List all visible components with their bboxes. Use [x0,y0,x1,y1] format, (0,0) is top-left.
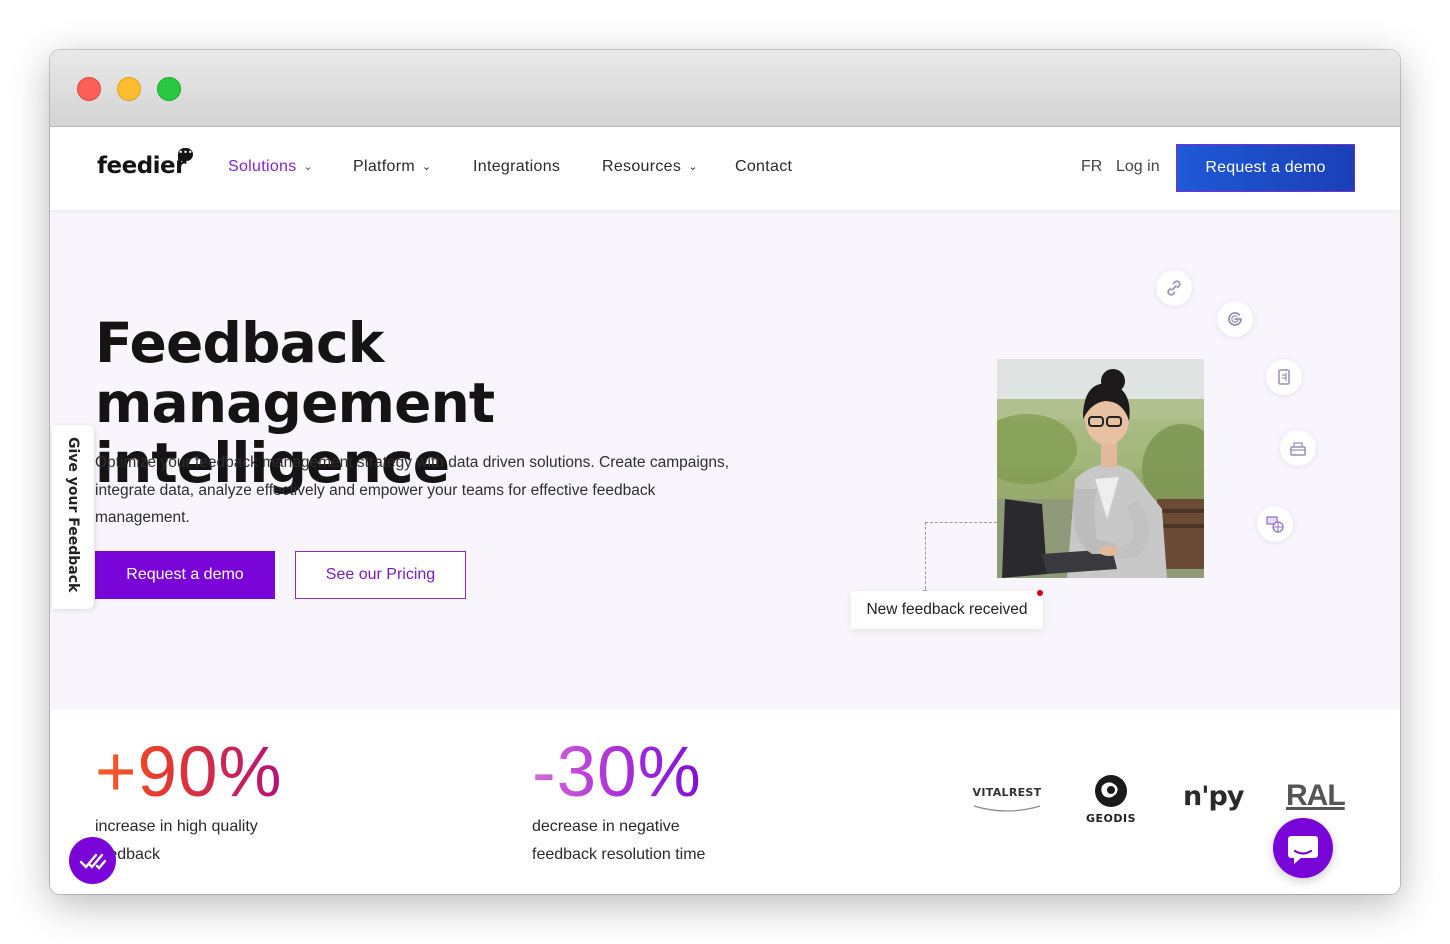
feedier-logo[interactable]: feedier [97,153,187,179]
live-chat-button[interactable] [1273,818,1333,878]
give-feedback-tab[interactable]: Give your Feedback [52,425,94,609]
stat-quality-value: +90% [95,733,283,812]
mailbox-icon [1280,430,1316,466]
nav-resources-label: Resources [602,158,682,175]
document-icon [1266,359,1302,395]
chevron-down-icon: ⌄ [303,161,314,173]
nav-integrations[interactable]: Integrations [473,158,560,176]
give-feedback-label: Give your Feedback [65,437,81,593]
minimize-window-button[interactable] [117,77,141,101]
nav-contact[interactable]: Contact [735,158,792,176]
nav-solutions-label: Solutions [228,158,297,175]
maximize-window-button[interactable] [157,77,181,101]
vitalrest-swoosh [973,805,1041,812]
window-titlebar [50,50,1400,127]
nav-platform[interactable]: Platform ⌄ [353,158,432,176]
geodis-wordmark: GEODIS [1086,812,1137,825]
geodis-globe-icon [1095,775,1127,807]
browser-window: feedier ••• Solutions ⌄ Platform ⌄ Integra… [50,50,1400,894]
chevron-down-icon: ⌄ [421,161,432,173]
ral-logo: RAL [1286,779,1346,812]
hero-title-line1: Feedback management [95,311,495,435]
chevron-down-icon: ⌄ [688,161,698,173]
vitalrest-logo: VITALREST [972,786,1042,818]
language-switch[interactable]: FR [1081,158,1102,176]
feedback-connector-line [925,522,997,594]
hero-subtitle: Optimize your feedback management strate… [95,454,730,526]
hero-request-demo-button[interactable]: Request a demo [95,551,275,599]
nav-solutions[interactable]: Solutions ⌄ [228,158,313,176]
accessibility-badge-button[interactable] [69,837,116,884]
stats-section: +90% increase in high quality feedback -… [50,709,1400,894]
google-icon [1217,301,1253,337]
hero-pricing-button[interactable]: See our Pricing [295,551,466,599]
npy-logo: n'py [1183,781,1244,812]
nav-request-demo-button[interactable]: Request a demo [1176,144,1355,192]
login-link[interactable]: Log in [1116,158,1160,176]
top-navigation: feedier ••• Solutions ⌄ Platform ⌄ Integra… [50,127,1400,210]
stat-resolution-value: -30% [532,733,702,812]
close-window-button[interactable] [77,77,101,101]
nav-integrations-label: Integrations [473,158,561,175]
hero-section: Feedback management intelligence Optimiz… [50,210,1400,709]
hero-woman-laptop-photo [997,359,1204,578]
stat-quality-label: increase in high quality feedback [95,818,258,863]
web-form-icon [1257,506,1293,542]
link-icon [1156,270,1192,306]
stat-resolution-label: decrease in negative feedback resolution… [532,818,706,863]
nav-resources[interactable]: Resources ⌄ [602,158,698,176]
nav-contact-label: Contact [735,158,793,175]
checkmarks-icon [79,853,107,870]
new-feedback-notification: New feedback received [851,591,1043,629]
nav-platform-label: Platform [353,158,415,175]
web-page: feedier ••• Solutions ⌄ Platform ⌄ Integra… [50,127,1400,894]
new-feedback-text: New feedback received [866,601,1028,618]
notification-dot [1037,590,1043,596]
chat-bubble-icon [1288,836,1318,864]
logo-chat-bubble-icon: ••• [178,148,193,161]
geodis-logo: GEODIS [1086,774,1136,825]
vitalrest-wordmark: VITALREST [972,786,1042,799]
hero-photo-illustration [997,359,1204,578]
